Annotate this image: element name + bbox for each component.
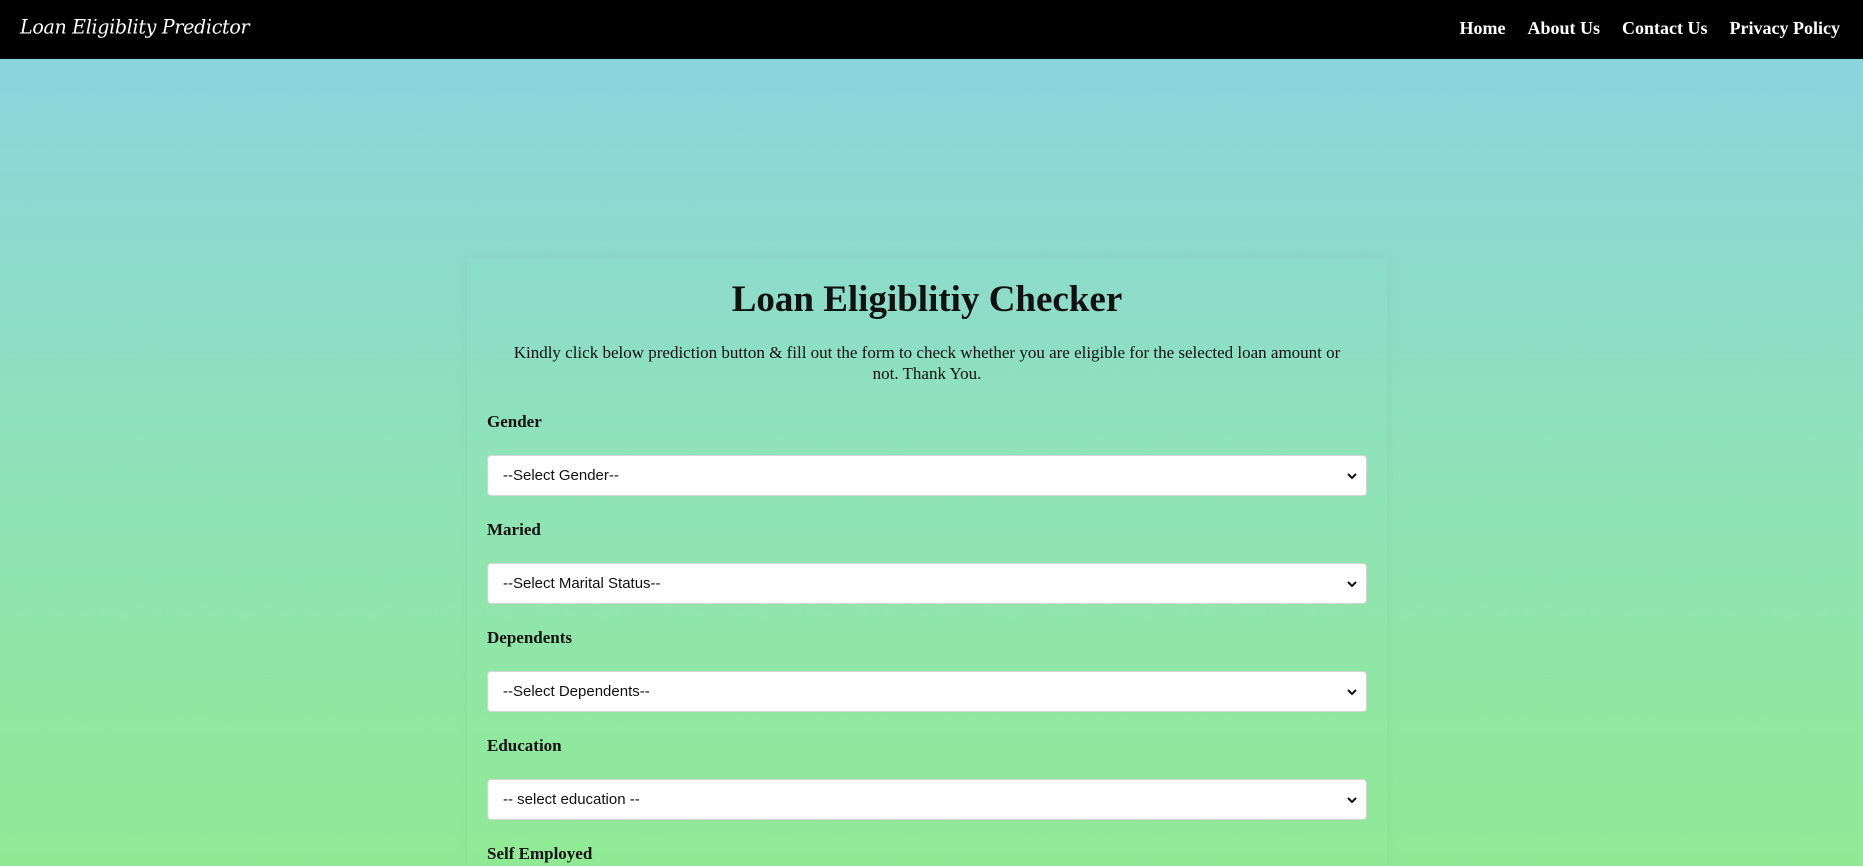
chevron-down-icon (1347, 580, 1357, 587)
gender-select-value: --Select Gender-- (503, 467, 619, 484)
gender-label: Gender (487, 412, 542, 431)
form-card: Loan Eligiblitiy Checker Kindly click be… (467, 258, 1387, 866)
chevron-down-icon (1347, 796, 1357, 803)
married-select-value: --Select Marital Status-- (503, 575, 661, 592)
page-title: Loan Eligiblitiy Checker (731, 279, 1123, 320)
dependents-label: Dependents (487, 628, 573, 647)
self-employed-label: Self Employed (487, 844, 593, 863)
married-label: Maried (487, 520, 541, 539)
nav-link-about-us[interactable]: About Us (1528, 18, 1601, 39)
nav-link-contact-us[interactable]: Contact Us (1622, 18, 1708, 39)
married-select[interactable]: --Select Marital Status-- (487, 563, 1367, 604)
chevron-down-icon (1347, 688, 1357, 695)
nav-links: Home About Us Contact Us Privacy Policy (1460, 18, 1840, 39)
chevron-down-icon (1347, 472, 1357, 479)
brand-logo[interactable]: Loan Eligiblity Predictor (20, 15, 250, 38)
dependents-select[interactable]: --Select Dependents-- (487, 671, 1367, 712)
dependents-select-value: --Select Dependents-- (503, 683, 650, 700)
form-description: Kindly click below prediction button & f… (513, 343, 1341, 383)
education-select[interactable]: -- select education -- (487, 779, 1367, 820)
gender-select[interactable]: --Select Gender-- (487, 455, 1367, 496)
navbar: Loan Eligiblity Predictor Home About Us … (0, 0, 1863, 59)
nav-link-privacy-policy[interactable]: Privacy Policy (1730, 18, 1840, 39)
nav-link-home[interactable]: Home (1460, 18, 1506, 39)
education-select-value: -- select education -- (503, 791, 640, 808)
education-label: Education (487, 736, 562, 755)
